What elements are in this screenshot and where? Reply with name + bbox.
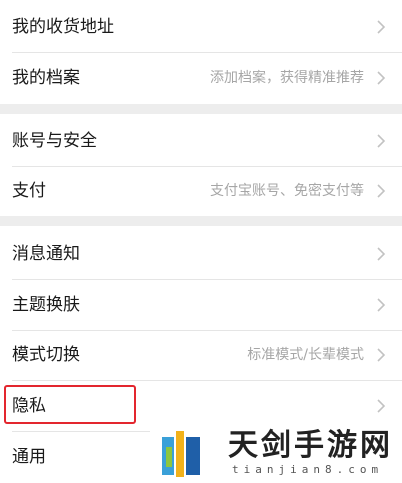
chevron-right-icon [377, 184, 386, 198]
chevron-right-icon [377, 71, 386, 85]
payment-detail: 支付宝账号、免密支付等 [210, 183, 364, 199]
account-security-label: 账号与安全 [12, 131, 97, 151]
profile-row[interactable]: 我的档案 添加档案，获得精准推荐 [0, 53, 402, 103]
mode-switch-row[interactable]: 模式切换 标准模式/长辈模式 [0, 330, 402, 380]
watermark-title: 天剑手游网 [228, 428, 393, 463]
mode-switch-detail: 标准模式/长辈模式 [247, 347, 364, 363]
chevron-right-icon [377, 134, 386, 148]
address-label: 我的收货地址 [12, 17, 114, 37]
chevron-right-icon [377, 399, 386, 413]
address-row[interactable]: 我的收货地址 [0, 2, 402, 52]
notifications-label: 消息通知 [12, 244, 80, 264]
chevron-right-icon [377, 20, 386, 34]
theme-row[interactable]: 主题换肤 [0, 280, 402, 330]
account-security-row[interactable]: 账号与安全 [0, 116, 402, 166]
theme-label: 主题换肤 [12, 295, 80, 315]
chevron-right-icon [377, 247, 386, 261]
watermark-logo-icon [162, 431, 200, 477]
chevron-right-icon [377, 298, 386, 312]
payment-row[interactable]: 支付 支付宝账号、免密支付等 [0, 166, 402, 216]
chevron-right-icon [377, 348, 386, 362]
privacy-highlight-box [4, 385, 136, 424]
notifications-row[interactable]: 消息通知 [0, 229, 402, 279]
settings-group-1: 我的收货地址 我的档案 添加档案，获得精准推荐 [0, 0, 402, 104]
settings-group-2: 账号与安全 支付 支付宝账号、免密支付等 [0, 114, 402, 216]
payment-label: 支付 [12, 181, 46, 201]
profile-detail: 添加档案，获得精准推荐 [210, 70, 364, 86]
watermark-subtitle: tianjian8.com [232, 463, 384, 476]
site-watermark: 天剑手游网 tianjian8.com [150, 425, 402, 483]
mode-switch-label: 模式切换 [12, 345, 80, 365]
general-label: 通用 [12, 447, 46, 467]
profile-label: 我的档案 [12, 68, 80, 88]
